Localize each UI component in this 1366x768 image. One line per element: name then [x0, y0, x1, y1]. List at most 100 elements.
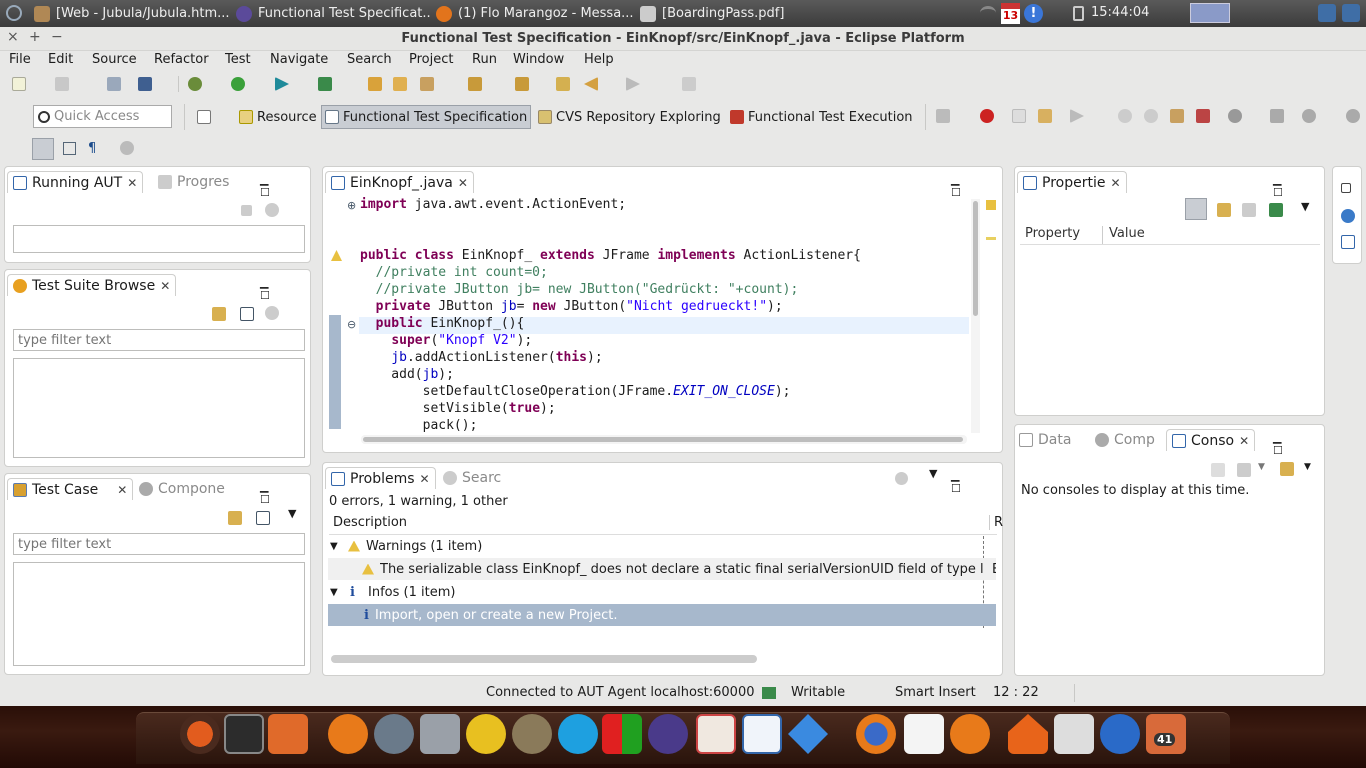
- column-property[interactable]: Property: [1025, 226, 1080, 241]
- teapot-dock-icon[interactable]: [466, 714, 506, 754]
- user-icon[interactable]: [1318, 4, 1336, 22]
- back-icon[interactable]: [584, 77, 598, 91]
- view-menu-icon[interactable]: ▼: [288, 507, 296, 520]
- pilcrow-icon[interactable]: ¶: [88, 141, 96, 156]
- save-icon[interactable]: [55, 77, 69, 91]
- gimp-dock-icon[interactable]: [512, 714, 552, 754]
- stop-icon[interactable]: [241, 205, 252, 216]
- menu-navigate[interactable]: Navigate: [270, 52, 328, 67]
- tab-console[interactable]: Conso ✕: [1166, 429, 1256, 451]
- tab-einknopf-java[interactable]: EinKnopf_.java ✕: [325, 171, 474, 193]
- presentation-dock-icon[interactable]: [696, 714, 736, 754]
- pin-icon[interactable]: [682, 77, 696, 91]
- stop-aut-icon[interactable]: [980, 109, 994, 123]
- restore-icon[interactable]: [1341, 183, 1351, 193]
- menu-refactor[interactable]: Refactor: [154, 52, 209, 67]
- tab-progress[interactable]: Progres: [158, 171, 229, 193]
- menu-search[interactable]: Search: [347, 52, 392, 67]
- tab-running-aut[interactable]: Running AUT ✕: [7, 171, 144, 193]
- warning-item-row[interactable]: The serializable class EinKnopf_ does no…: [328, 558, 996, 580]
- stop-icon[interactable]: [1144, 109, 1158, 123]
- writer-dock-icon[interactable]: [742, 714, 782, 754]
- code-line[interactable]: public EinKnopf_(){: [360, 315, 861, 332]
- info-item-row[interactable]: i Import, open or create a new Project.: [328, 604, 996, 626]
- files-dock-icon[interactable]: [268, 714, 308, 754]
- session-icon[interactable]: [1342, 4, 1360, 22]
- close-icon[interactable]: ✕: [458, 176, 468, 190]
- menu-run[interactable]: Run: [472, 52, 497, 67]
- quick-access-field[interactable]: Quick Access: [33, 105, 172, 128]
- running-aut-list[interactable]: [13, 225, 305, 253]
- taskbar-item-web[interactable]: [Web - Jubula/Jubula.htm...: [34, 3, 230, 24]
- minimize-maximize-icons[interactable]: ▁ ☐: [260, 173, 310, 199]
- eclipse-dock-icon[interactable]: [648, 714, 688, 754]
- column-description[interactable]: Description: [333, 515, 407, 530]
- terminal-dock-icon[interactable]: [224, 714, 264, 754]
- last-edit-icon[interactable]: [556, 77, 570, 91]
- suite-filter-input[interactable]: [13, 329, 305, 351]
- prev-annotation-icon[interactable]: [515, 77, 529, 91]
- open-perspective-icon[interactable]: [197, 110, 211, 124]
- minimize-maximize-icons[interactable]: ▁ ☐: [260, 480, 310, 506]
- view-menu-icon[interactable]: ▼: [1301, 200, 1309, 213]
- save-all-icon[interactable]: [138, 77, 152, 91]
- forward-icon[interactable]: [626, 77, 640, 91]
- close-icon[interactable]: ✕: [127, 176, 137, 190]
- wand-icon[interactable]: [420, 77, 434, 91]
- accessibility-dock-icon[interactable]: [1100, 714, 1140, 754]
- wifi-icon[interactable]: [980, 6, 996, 20]
- firefox-dock-icon[interactable]: [856, 714, 896, 754]
- dropdown-icon[interactable]: ▼: [1258, 462, 1265, 472]
- taskbar-item-pdf[interactable]: [BoardingPass.pdf]: [640, 3, 790, 24]
- tab-problems[interactable]: Problems ✕: [325, 467, 436, 489]
- menu-project[interactable]: Project: [409, 52, 453, 67]
- minimize-maximize-icons[interactable]: ▁ ☐: [260, 276, 310, 302]
- start-aut-icon[interactable]: [265, 203, 279, 217]
- system-settings-dock-icon[interactable]: [950, 714, 990, 754]
- tab-test-suite-browser[interactable]: Test Suite Browse ✕: [7, 274, 177, 296]
- tab-data-sets[interactable]: Data: [1019, 429, 1071, 451]
- tab-component-hierarchy[interactable]: Comp: [1095, 429, 1155, 451]
- next-annotation-icon[interactable]: [468, 77, 482, 91]
- help-icon[interactable]: [1341, 209, 1355, 223]
- view-menu-icon[interactable]: ▼: [929, 467, 937, 480]
- ubuntu-dock-icon[interactable]: [180, 714, 220, 754]
- collapse-all-icon[interactable]: [256, 511, 270, 525]
- skype-dock-icon[interactable]: [558, 714, 598, 754]
- settings-dock-icon[interactable]: [328, 714, 368, 754]
- minimize-maximize-icons[interactable]: ▁ ☐: [1273, 173, 1324, 199]
- code-text-area[interactable]: import java.awt.event.ActionEvent; public…: [360, 196, 861, 434]
- menu-window[interactable]: Window: [513, 52, 564, 67]
- tools-icon[interactable]: [1038, 109, 1052, 123]
- categories-toggle-icon[interactable]: [1185, 198, 1207, 220]
- new-icon[interactable]: [12, 77, 26, 91]
- code-line[interactable]: //private JButton jb= new JButton("Gedrü…: [360, 281, 861, 298]
- code-line[interactable]: pack();: [360, 417, 861, 434]
- warnings-group-row[interactable]: ▼ Warnings (1 item): [328, 535, 996, 557]
- pause-icon[interactable]: [1118, 109, 1132, 123]
- code-line[interactable]: setVisible(true);: [360, 400, 861, 417]
- horizontal-scrollbar[interactable]: [361, 435, 967, 444]
- view-menu-icon[interactable]: ▼: [1304, 462, 1311, 472]
- code-line[interactable]: [360, 213, 861, 230]
- show-whitespace-icon[interactable]: [63, 142, 76, 155]
- target-icon[interactable]: [1302, 109, 1316, 123]
- code-line[interactable]: private JButton jb= new JButton("Nicht g…: [360, 298, 861, 315]
- record-icon[interactable]: [1170, 109, 1184, 123]
- expand-arrow-icon[interactable]: ▼: [330, 541, 346, 552]
- column-value[interactable]: Value: [1102, 226, 1145, 244]
- column-resource[interactable]: R: [989, 515, 1003, 530]
- test-case-tree[interactable]: [13, 562, 305, 666]
- calculator-dock-icon[interactable]: [420, 714, 460, 754]
- filter-icon[interactable]: [895, 472, 908, 485]
- code-line[interactable]: import java.awt.event.ActionEvent;: [360, 196, 861, 213]
- tab-search[interactable]: Searc: [443, 467, 501, 489]
- debug-icon[interactable]: [188, 77, 202, 91]
- document-viewer-dock-icon[interactable]: [904, 714, 944, 754]
- minimize-maximize-icons[interactable]: ▁ ☐: [951, 173, 1002, 199]
- print-icon[interactable]: [107, 77, 121, 91]
- close-icon[interactable]: ✕: [160, 279, 170, 293]
- external-tools-icon[interactable]: [318, 77, 332, 91]
- open-folder-icon[interactable]: [393, 77, 407, 91]
- code-line[interactable]: //private int count=0;: [360, 264, 861, 281]
